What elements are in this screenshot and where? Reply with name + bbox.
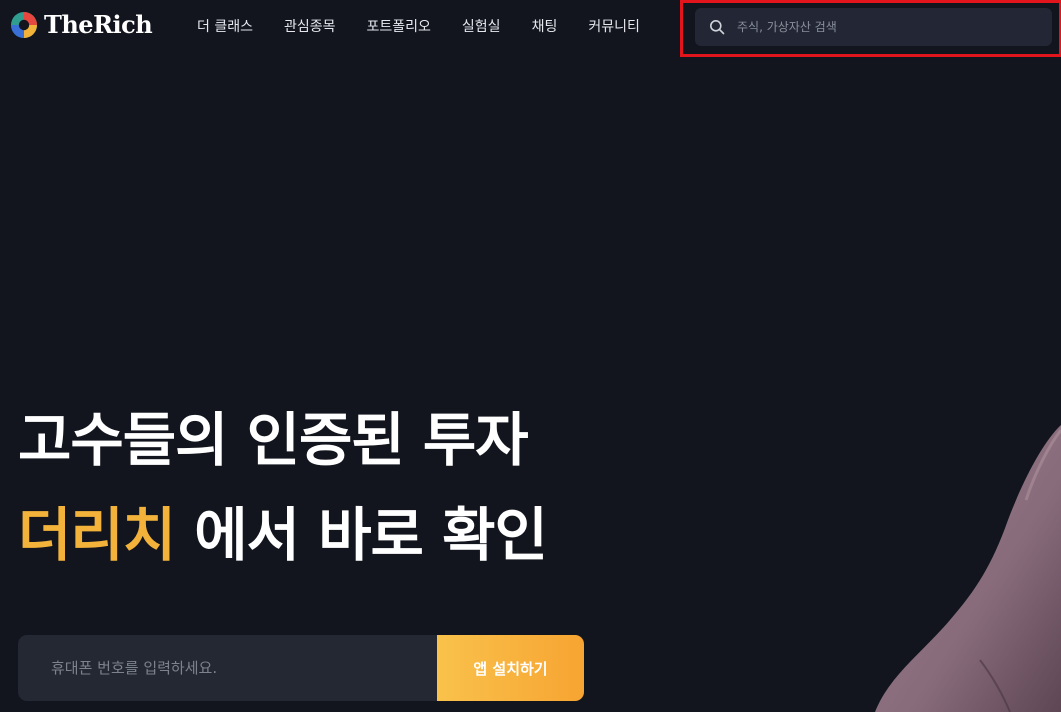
nav-item-lab[interactable]: 실험실	[462, 17, 501, 37]
search-icon	[710, 20, 725, 35]
nav-item-chat[interactable]: 채팅	[532, 17, 558, 37]
top-navigation-bar: TheRich 더 클래스 관심종목 포트폴리오 실험실 채팅 커뮤니티	[0, 0, 1061, 57]
nav-item-portfolio[interactable]: 포트폴리오	[367, 17, 431, 37]
hand-image	[875, 425, 1061, 712]
hero-headline-line2-rest: 에서 바로 확인	[175, 501, 548, 569]
logo[interactable]: TheRich	[10, 10, 153, 39]
hero-headline-line1: 고수들의 인증된 투자	[18, 406, 529, 474]
nav-item-community[interactable]: 커뮤니티	[588, 17, 640, 37]
main-nav: 더 클래스 관심종목 포트폴리오 실험실 채팅 커뮤니티	[197, 17, 640, 37]
search-input[interactable]	[737, 20, 1037, 34]
nav-item-the-class[interactable]: 더 클래스	[197, 17, 253, 37]
nav-item-watchlist[interactable]: 관심종목	[284, 17, 336, 37]
search-bar[interactable]	[695, 8, 1052, 46]
install-app-button[interactable]: 앱 설치하기	[437, 635, 584, 701]
hero-headline-line2: 더리치 에서 바로 확인	[18, 500, 548, 570]
brand-name: TheRich	[44, 10, 153, 39]
phone-signup-form: 앱 설치하기	[18, 635, 584, 701]
hero-brand-accent: 더리치	[18, 501, 176, 569]
therich-logo-icon	[11, 12, 37, 38]
phone-number-input[interactable]	[18, 635, 437, 701]
